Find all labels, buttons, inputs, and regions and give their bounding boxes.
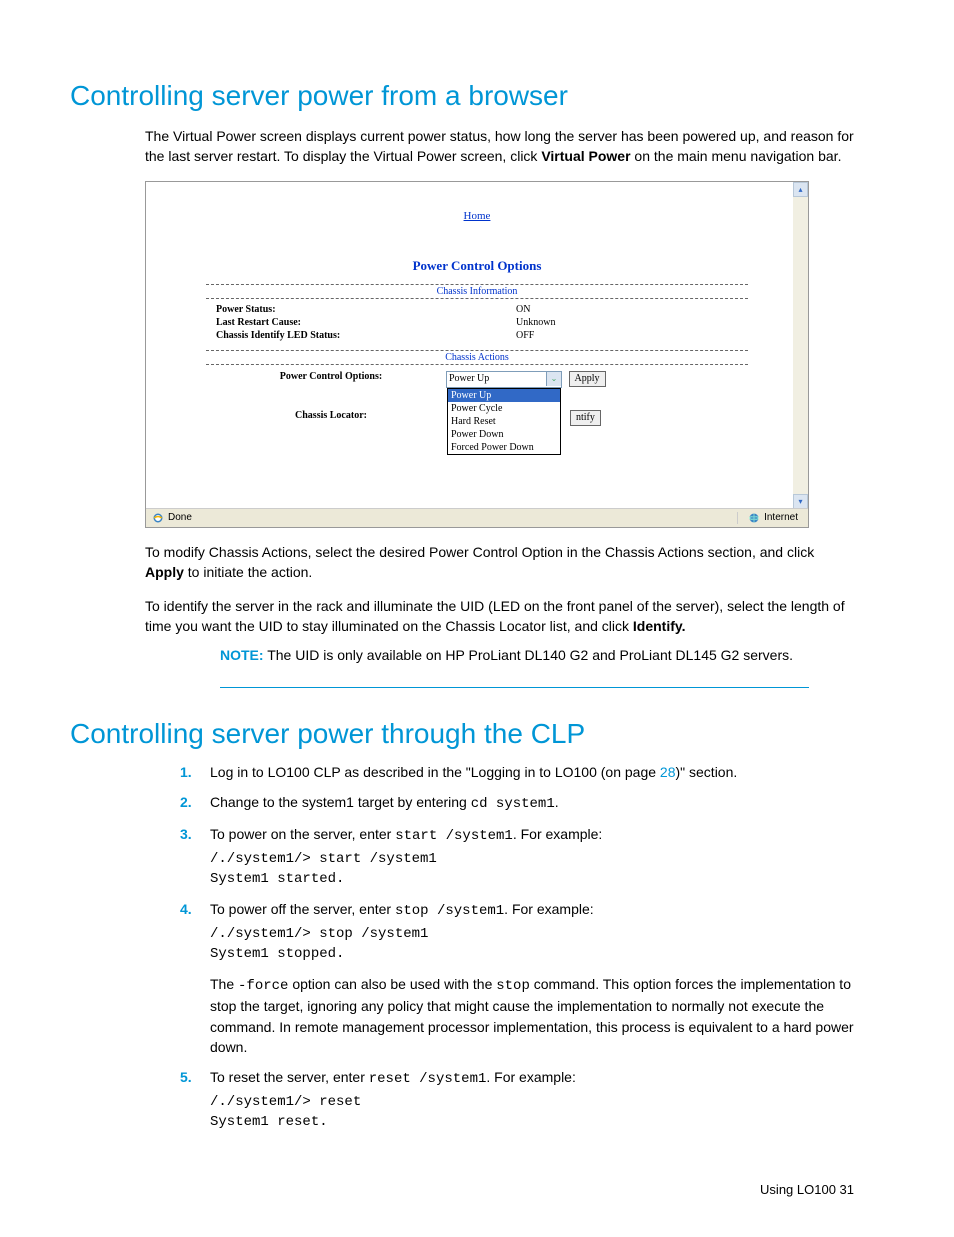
s3-code-block: /./system1/> start /system1 System1 star… bbox=[210, 849, 854, 890]
step-4: To power off the server, enter stop /sys… bbox=[210, 899, 854, 1057]
pco-option[interactable]: Power Cycle bbox=[448, 402, 560, 415]
s4-code: stop /system1 bbox=[395, 903, 504, 919]
locator-label: Chassis Locator: bbox=[216, 410, 446, 421]
apply-bold: Apply bbox=[145, 564, 184, 580]
info-row: Power Status: ON bbox=[206, 303, 748, 316]
s3-pre: To power on the server, enter bbox=[210, 826, 395, 842]
restart-cause-label: Last Restart Cause: bbox=[216, 317, 516, 328]
power-status-value: ON bbox=[516, 304, 738, 315]
s3-code: start /system1 bbox=[395, 828, 513, 844]
power-status-label: Power Status: bbox=[216, 304, 516, 315]
chassis-info-header: Chassis Information bbox=[206, 284, 748, 299]
pco-option[interactable]: Power Down bbox=[448, 428, 560, 441]
pco-label: Power Control Options: bbox=[216, 371, 446, 382]
apply-button[interactable]: Apply bbox=[569, 371, 606, 387]
s4-pre: To power off the server, enter bbox=[210, 901, 395, 917]
screenshot-title: Power Control Options bbox=[146, 258, 808, 274]
embedded-screenshot: ▴ ▾ Home Power Control Options Chassis I… bbox=[145, 181, 809, 528]
s2-pre: Change to the system1 target by entering bbox=[210, 794, 471, 810]
heading-browser: Controlling server power from a browser bbox=[70, 80, 884, 112]
scrollbar[interactable]: ▴ ▾ bbox=[793, 182, 808, 509]
pco-option[interactable]: Forced Power Down bbox=[448, 441, 560, 454]
s4-sub-paragraph: The -force option can also be used with … bbox=[210, 974, 854, 1057]
led-status-label: Chassis Identify LED Status: bbox=[216, 330, 516, 341]
modify-post: to initiate the action. bbox=[184, 564, 312, 580]
restart-cause-value: Unknown bbox=[516, 317, 738, 328]
s4-para-a: The bbox=[210, 976, 238, 992]
identify-paragraph: To identify the server in the rack and i… bbox=[145, 596, 854, 637]
virtual-power-bold: Virtual Power bbox=[541, 148, 630, 164]
pco-dropdown[interactable]: Power Up Power Cycle Hard Reset Power Do… bbox=[447, 388, 561, 455]
s4-force-code: -force bbox=[238, 978, 288, 994]
note-text: The UID is only available on HP ProLiant… bbox=[264, 647, 793, 663]
identify-pre: To identify the server in the rack and i… bbox=[145, 598, 845, 634]
info-row: Last Restart Cause: Unknown bbox=[206, 316, 748, 329]
s3-post: . For example: bbox=[513, 826, 602, 842]
s5-pre: To reset the server, enter bbox=[210, 1069, 369, 1085]
done-icon bbox=[152, 512, 164, 524]
scroll-down-icon[interactable]: ▾ bbox=[793, 494, 808, 509]
clp-steps: Log in to LO100 CLP as described in the … bbox=[180, 762, 854, 1132]
pco-select[interactable]: Power Up ⌄ Power Up Power Cycle Hard Res… bbox=[446, 371, 562, 388]
pco-option[interactable]: Hard Reset bbox=[448, 415, 560, 428]
s4-para-b: option can also be used with the bbox=[288, 976, 496, 992]
step-2: Change to the system1 target by entering… bbox=[210, 792, 854, 814]
s1-pre: Log in to LO100 CLP as described in the … bbox=[210, 764, 660, 780]
s2-post: . bbox=[555, 794, 559, 810]
step-1: Log in to LO100 CLP as described in the … bbox=[210, 762, 854, 782]
note-label: NOTE: bbox=[220, 647, 264, 663]
chevron-down-icon[interactable]: ⌄ bbox=[546, 372, 561, 386]
led-status-value: OFF bbox=[516, 330, 738, 341]
internet-zone-icon bbox=[748, 512, 760, 524]
s5-code-block: /./system1/> reset System1 reset. bbox=[210, 1092, 854, 1133]
note-block: NOTE: The UID is only available on HP Pr… bbox=[220, 647, 809, 663]
page-link[interactable]: 28 bbox=[660, 764, 676, 780]
modify-pre: To modify Chassis Actions, select the de… bbox=[145, 544, 814, 560]
chassis-actions-header: Chassis Actions bbox=[206, 350, 748, 365]
status-zone-text: Internet bbox=[764, 512, 798, 523]
intro-paragraph: The Virtual Power screen displays curren… bbox=[145, 126, 854, 167]
s5-code: reset /system1 bbox=[369, 1071, 487, 1087]
step-3: To power on the server, enter start /sys… bbox=[210, 824, 854, 889]
step-5: To reset the server, enter reset /system… bbox=[210, 1067, 854, 1132]
identify-button[interactable]: ntify bbox=[570, 410, 601, 426]
s1-post: )" section. bbox=[676, 764, 738, 780]
s2-code: cd system1 bbox=[471, 796, 555, 812]
s5-post: . For example: bbox=[486, 1069, 575, 1085]
heading-clp: Controlling server power through the CLP bbox=[70, 718, 884, 750]
browser-status-bar: Done Internet bbox=[146, 508, 808, 527]
page-footer: Using LO100 31 bbox=[70, 1182, 854, 1197]
pco-selected: Power Up bbox=[449, 373, 489, 384]
intro-post: on the main menu navigation bar. bbox=[631, 148, 842, 164]
identify-bold: Identify. bbox=[633, 618, 686, 634]
home-link[interactable]: Home bbox=[146, 182, 808, 222]
scroll-up-icon[interactable]: ▴ bbox=[793, 182, 808, 197]
section-divider bbox=[220, 687, 809, 688]
s4-stop-code: stop bbox=[496, 978, 530, 994]
s4-post: . For example: bbox=[504, 901, 593, 917]
info-row: Chassis Identify LED Status: OFF bbox=[206, 329, 748, 342]
s4-code-block: /./system1/> stop /system1 System1 stopp… bbox=[210, 924, 854, 965]
modify-paragraph: To modify Chassis Actions, select the de… bbox=[145, 542, 854, 583]
status-done-text: Done bbox=[168, 512, 192, 523]
pco-option[interactable]: Power Up bbox=[448, 389, 560, 402]
